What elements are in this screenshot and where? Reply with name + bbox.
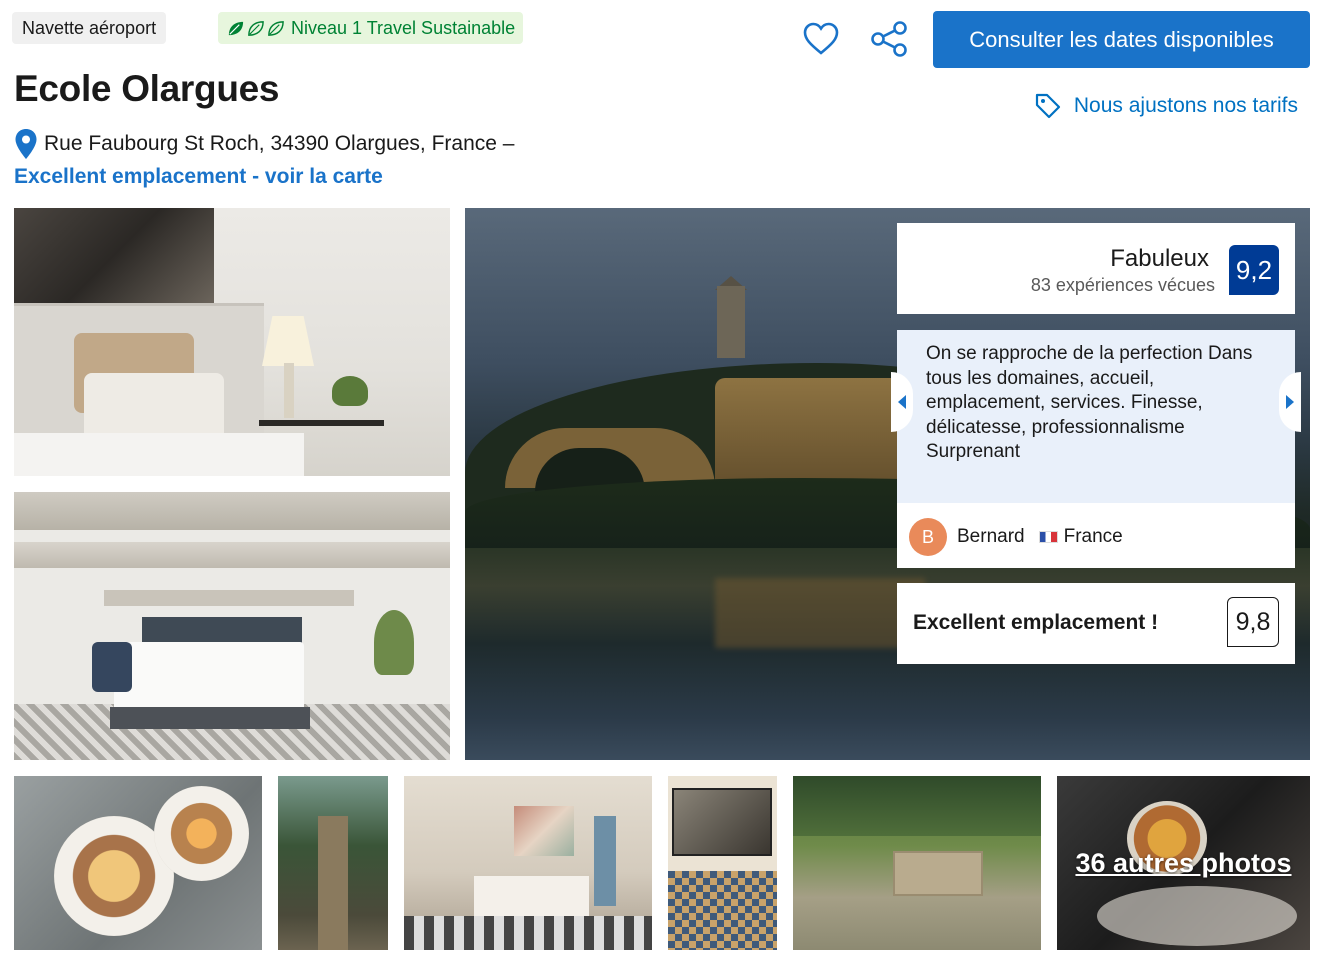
flag-france-icon (1038, 530, 1058, 543)
leaf-icon (248, 20, 264, 36)
address-row: Rue Faubourg St Roch, 34390 Olargues, Fr… (14, 128, 514, 160)
price-match-label: Nous ajustons nos tarifs (1073, 94, 1298, 117)
photo-bedroom-1[interactable] (14, 208, 450, 476)
share-button[interactable] (868, 18, 910, 60)
map-pin-icon (15, 129, 37, 159)
reviewer-info: B Bernard France (909, 518, 1123, 556)
view-map-link[interactable]: Excellent emplacement - voir la carte (14, 165, 383, 189)
check-availability-button[interactable]: Consulter les dates disponibles (933, 11, 1310, 68)
save-favorite-button[interactable] (800, 18, 842, 60)
sustainable-label: Niveau 1 Travel Sustainable (291, 18, 516, 38)
chevron-left-icon (898, 395, 906, 409)
review-count: 83 expériences vécues (1030, 275, 1215, 295)
review-score-badge: 9,2 (1229, 245, 1279, 295)
review-score-card[interactable]: Fabuleux 83 expériences vécues 9,2 (897, 223, 1295, 314)
photo-more-gallery[interactable]: 36 autres photos (1057, 776, 1310, 950)
location-score-card: Excellent emplacement ! 9,8 (897, 583, 1295, 664)
price-match-link[interactable]: Nous ajustons nos tarifs (1034, 90, 1298, 122)
travel-sustainable-badge[interactable]: Niveau 1 Travel Sustainable (218, 12, 524, 44)
photo-garden[interactable] (793, 776, 1041, 950)
photo-garden-tower[interactable] (278, 776, 388, 950)
featured-review-card: On se rapproche de la perfection Dans to… (891, 330, 1301, 568)
reviewer-country: France (1063, 526, 1123, 547)
photo-bedroom-2[interactable] (14, 492, 450, 760)
review-text: On se rapproche de la perfection Dans to… (926, 343, 1253, 462)
avatar: B (909, 518, 947, 556)
next-review-button[interactable] (1279, 372, 1301, 432)
review-quote-area: On se rapproche de la perfection Dans to… (891, 330, 1301, 503)
airport-shuttle-badge: Navette aéroport (12, 12, 167, 44)
more-photos-link[interactable]: 36 autres photos (1057, 776, 1310, 950)
share-icon (871, 21, 907, 57)
previous-review-button[interactable] (891, 372, 913, 432)
address-text: Rue Faubourg St Roch, 34390 Olargues, Fr… (44, 132, 515, 155)
leaf-icon (268, 20, 284, 36)
chevron-right-icon (1286, 395, 1294, 409)
reviewer-name: Bernard (957, 526, 1025, 547)
leaf-icon (228, 21, 244, 35)
rating-word: Fabuleux (1110, 245, 1209, 272)
hotel-name: Ecole Olargues (14, 68, 280, 109)
location-score-badge: 9,8 (1227, 597, 1279, 647)
photo-breakfast-bowls[interactable] (14, 776, 262, 950)
heart-icon (803, 22, 839, 55)
photo-bedroom-3[interactable] (404, 776, 652, 950)
sustainability-leaves (226, 19, 285, 38)
location-label: Excellent emplacement ! (913, 611, 1159, 634)
photo-hallway-tiles[interactable] (668, 776, 777, 950)
tag-icon (1035, 93, 1060, 119)
